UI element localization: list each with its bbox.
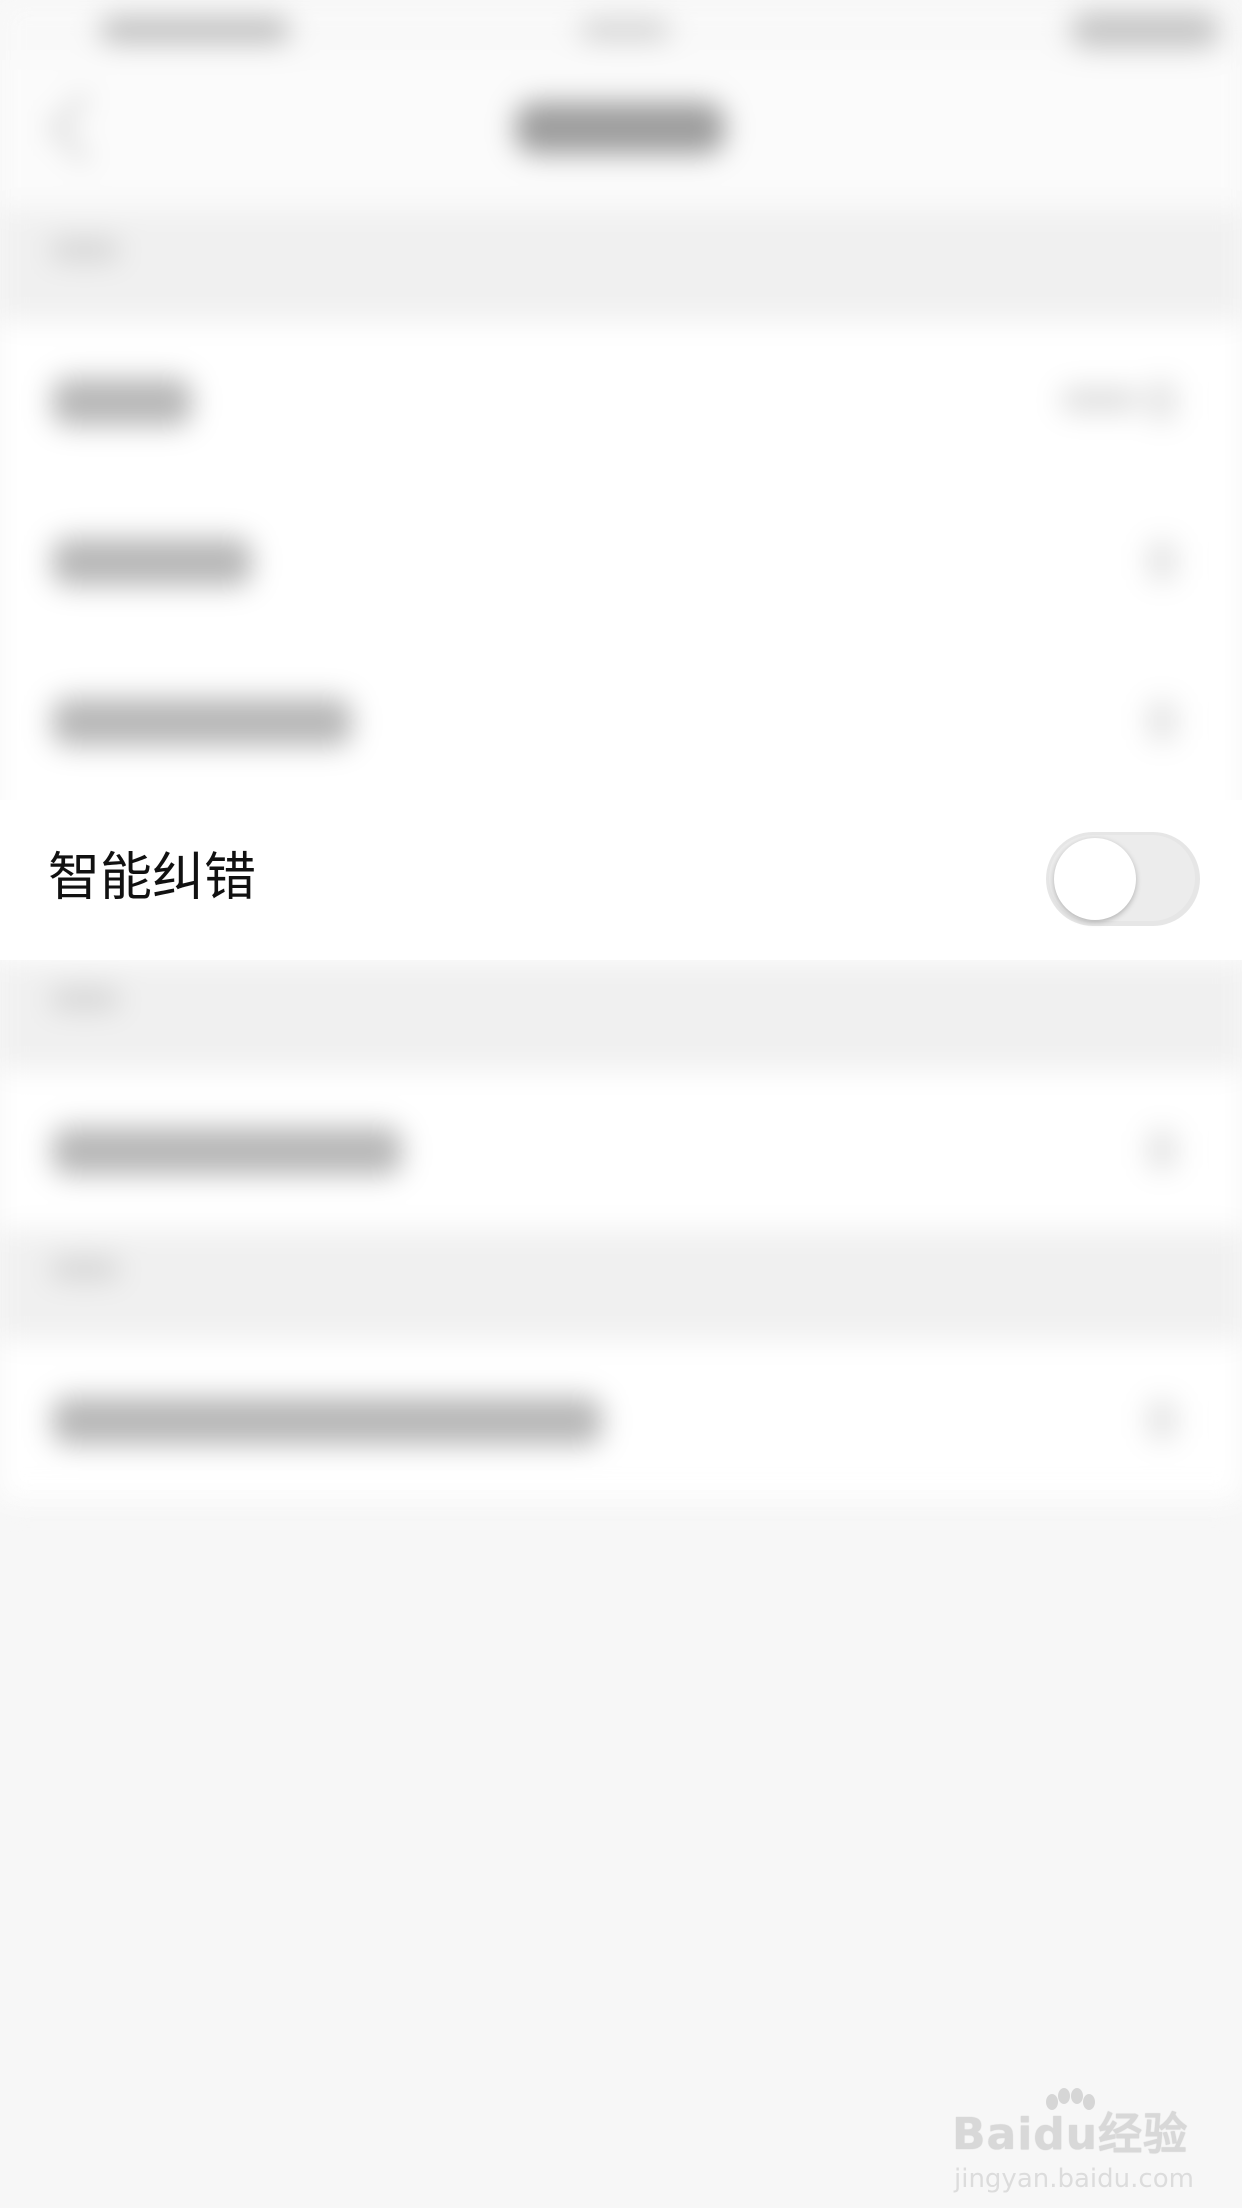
section-header <box>0 1230 1242 1340</box>
status-bar-right <box>1070 12 1220 48</box>
status-bar-left <box>100 18 290 42</box>
section-header <box>0 960 1242 1070</box>
section-header <box>0 211 1242 321</box>
navigation-bar <box>0 60 1242 211</box>
blurred-background <box>0 0 1242 2208</box>
section-header-text <box>50 239 120 261</box>
settings-row[interactable] <box>0 1070 1242 1231</box>
settings-row-label <box>52 378 192 426</box>
settings-row-value <box>1060 388 1140 412</box>
chevron-right-icon <box>1148 1400 1176 1440</box>
settings-row-label <box>52 698 352 746</box>
chevron-right-icon <box>1148 1130 1176 1170</box>
settings-row-label <box>52 1397 602 1445</box>
smart-correction-toggle[interactable] <box>1046 832 1200 926</box>
chevron-right-icon <box>1148 381 1176 421</box>
chevron-right-icon <box>1148 701 1176 741</box>
smart-correction-label: 智能纠错 <box>48 848 257 908</box>
settings-row[interactable] <box>0 321 1242 482</box>
section-header-text <box>50 1258 120 1280</box>
settings-row-label <box>52 1127 402 1175</box>
page-title <box>515 102 725 154</box>
smart-correction-row: 智能纠错 <box>0 800 1242 960</box>
section-header-text <box>50 988 120 1010</box>
settings-row-label <box>52 538 252 586</box>
chevron-right-icon <box>1148 541 1176 581</box>
chevron-left-icon[interactable] <box>50 94 118 162</box>
status-bar <box>0 0 1242 60</box>
settings-row[interactable] <box>0 1340 1242 1501</box>
status-bar-center <box>580 20 670 40</box>
toggle-knob <box>1054 838 1136 920</box>
baidu-watermark: Baidu经验 jingyan.baidu.com <box>952 2088 1194 2198</box>
settings-row[interactable] <box>0 481 1242 642</box>
settings-row[interactable] <box>0 641 1242 802</box>
watermark-brand: Baidu经验 <box>952 2109 1189 2160</box>
watermark-url: jingyan.baidu.com <box>954 2164 1194 2194</box>
